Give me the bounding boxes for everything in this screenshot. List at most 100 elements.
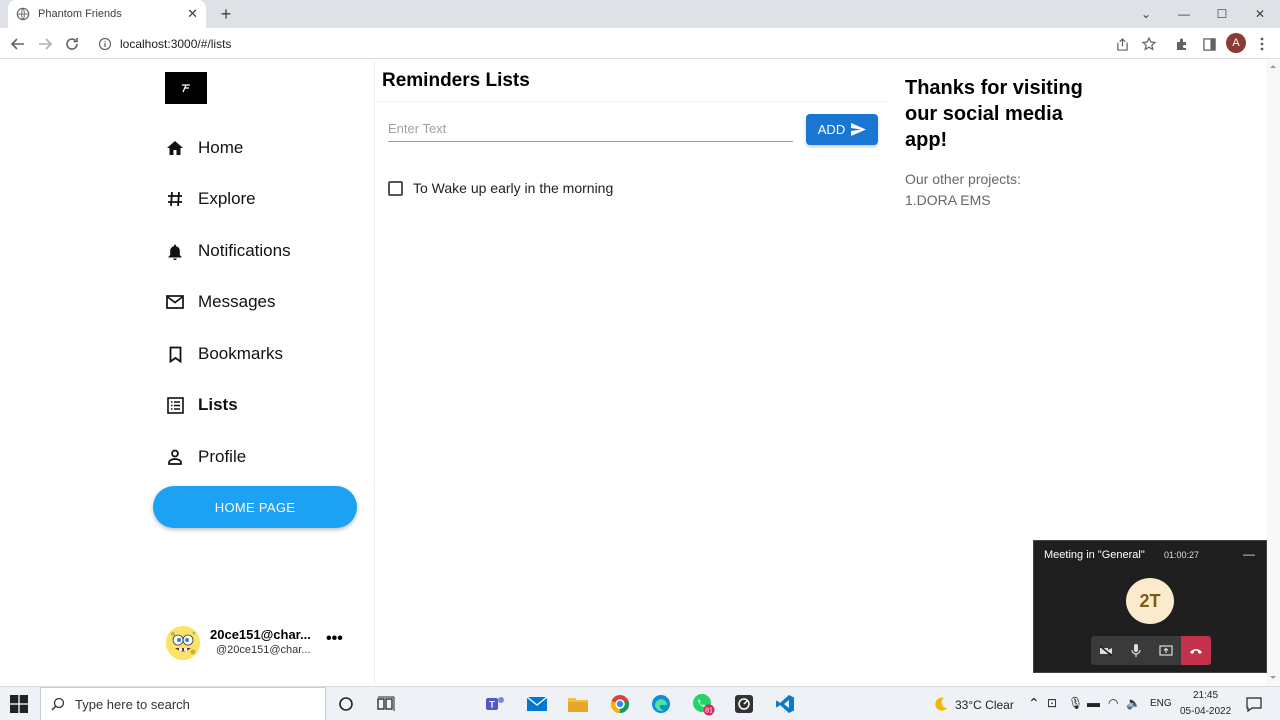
reminder-text: To Wake up early in the morning xyxy=(413,180,614,196)
sidebar-item-label: Notifications xyxy=(198,241,291,260)
sidebar-item-profile[interactable]: Profile xyxy=(166,442,246,472)
send-icon xyxy=(851,123,867,136)
forward-icon[interactable] xyxy=(35,34,55,54)
profile-avatar[interactable]: A xyxy=(1226,33,1246,53)
project-link[interactable]: 1.DORA EMS xyxy=(905,190,1021,211)
wifi-icon[interactable]: ◠ xyxy=(1108,696,1118,710)
mail-icon xyxy=(166,293,184,311)
home-icon xyxy=(166,139,184,157)
microphone-tray-icon[interactable]: 🎙 xyxy=(1068,696,1083,710)
sidebar-item-messages[interactable]: Messages xyxy=(166,287,275,317)
close-tab-icon[interactable]: ✕ xyxy=(187,6,198,22)
page-scrollbar[interactable] xyxy=(1266,60,1280,686)
list-item: To Wake up early in the morning xyxy=(388,180,613,196)
battery-icon[interactable]: ▬ xyxy=(1087,695,1100,710)
windows-taskbar: Type here to search T 81 33°C Clear ⌃ ⊡ … xyxy=(0,686,1280,720)
browser-tabstrip: Phantom Friends ✕ + ⌄ — ☐ ✕ xyxy=(0,0,1280,28)
vscode-icon[interactable] xyxy=(773,692,797,716)
browser-toolbar: localhost:3000/#/lists A xyxy=(0,28,1280,59)
sidebar-item-label: Lists xyxy=(198,395,238,414)
minimize-popup-icon[interactable]: — xyxy=(1243,547,1255,561)
teams-app-icon[interactable]: T xyxy=(483,692,507,716)
task-view-icon[interactable] xyxy=(374,692,398,716)
logo-icon xyxy=(182,84,190,93)
home-page-button[interactable]: HOME PAGE xyxy=(153,486,357,528)
whatsapp-badge: 81 xyxy=(705,708,713,715)
browser-tab[interactable]: Phantom Friends ✕ xyxy=(8,0,206,28)
add-button[interactable]: ADD xyxy=(806,114,878,145)
whatsapp-icon[interactable]: 81 xyxy=(691,692,715,716)
meet-now-icon[interactable]: ⊡ xyxy=(1047,696,1057,710)
back-icon[interactable] xyxy=(8,34,28,54)
svg-text:T: T xyxy=(489,700,495,710)
account-switcher[interactable]: 20ce151@char... @20ce151@char... ••• xyxy=(166,626,356,662)
clock-date[interactable]: 05-04-2022 xyxy=(1180,706,1231,717)
share-icon[interactable] xyxy=(1112,34,1132,54)
sidepanel-icon[interactable] xyxy=(1199,34,1219,54)
show-hidden-icons[interactable]: ⌃ xyxy=(1028,695,1040,712)
add-button-label: ADD xyxy=(817,122,846,137)
weather-moon-icon[interactable] xyxy=(929,692,953,716)
list-icon xyxy=(166,396,184,414)
mail-app-icon[interactable] xyxy=(525,692,549,716)
thanks-heading: Thanks for visiting our social media app… xyxy=(905,77,1083,151)
meeting-title: Meeting in "General" xyxy=(1044,549,1145,561)
notification-center-icon[interactable] xyxy=(1242,692,1266,716)
hang-up-icon[interactable] xyxy=(1181,636,1211,665)
search-placeholder: Type here to search xyxy=(75,696,190,712)
chrome-icon[interactable] xyxy=(608,692,632,716)
taskbar-search[interactable]: Type here to search xyxy=(40,687,326,720)
reload-icon[interactable] xyxy=(62,34,82,54)
menu-kebab-icon[interactable] xyxy=(1252,34,1272,54)
page-title: Reminders Lists xyxy=(382,70,530,91)
sidebar-item-explore[interactable]: Explore xyxy=(166,184,256,214)
url-text: localhost:3000/#/lists xyxy=(120,36,232,51)
hashtag-icon xyxy=(166,190,184,208)
app-logo[interactable] xyxy=(165,72,207,104)
new-tab-icon[interactable]: + xyxy=(216,4,236,24)
minimize-icon[interactable]: — xyxy=(1165,0,1203,28)
obs-icon[interactable] xyxy=(732,692,756,716)
user-display-name: 20ce151@char... xyxy=(210,627,311,642)
participant-avatar: 2T xyxy=(1126,578,1174,624)
camera-off-icon[interactable] xyxy=(1091,636,1121,665)
cortana-icon[interactable] xyxy=(334,692,358,716)
clock-time[interactable]: 21:45 xyxy=(1193,690,1218,701)
close-window-icon[interactable]: ✕ xyxy=(1241,0,1279,28)
file-explorer-icon[interactable] xyxy=(566,692,590,716)
tab-search-icon[interactable]: ⌄ xyxy=(1127,0,1165,28)
maximize-icon[interactable]: ☐ xyxy=(1203,0,1241,28)
sidebar-item-bookmarks[interactable]: Bookmarks xyxy=(166,339,283,369)
weather-text[interactable]: 33°C Clear xyxy=(955,698,1014,712)
reminder-text-input[interactable] xyxy=(388,116,793,142)
bookmark-icon xyxy=(166,345,184,363)
windows-start-icon[interactable] xyxy=(10,695,28,713)
sidebar-item-lists[interactable]: Lists xyxy=(166,390,238,420)
avatar xyxy=(166,626,200,660)
meeting-controls xyxy=(1091,636,1211,665)
search-icon xyxy=(51,697,65,711)
extensions-icon[interactable] xyxy=(1172,34,1192,54)
address-bar[interactable]: localhost:3000/#/lists xyxy=(90,31,1090,56)
share-screen-icon[interactable] xyxy=(1151,636,1181,665)
sidebar-item-notifications[interactable]: Notifications xyxy=(166,236,291,266)
sidebar: Home Explore Notifications Messages Book xyxy=(150,60,375,686)
person-icon xyxy=(166,448,184,466)
bookmark-star-icon[interactable] xyxy=(1139,34,1159,54)
tab-title: Phantom Friends xyxy=(38,8,122,20)
teams-meeting-popup[interactable]: Meeting in "General" 01:00:27 — 2T xyxy=(1033,540,1267,673)
sidebar-item-label: Profile xyxy=(198,447,247,466)
language-indicator[interactable]: ENG xyxy=(1150,698,1172,709)
reminder-checkbox[interactable] xyxy=(388,180,403,196)
edge-icon[interactable] xyxy=(649,692,673,716)
sidebar-item-label: Messages xyxy=(198,292,276,311)
volume-icon[interactable]: 🔈 xyxy=(1126,696,1141,710)
main-header: Reminders Lists xyxy=(375,60,890,102)
microphone-icon[interactable] xyxy=(1121,636,1151,665)
sidebar-item-home[interactable]: Home xyxy=(166,133,243,163)
sidebar-item-label: Explore xyxy=(198,189,256,208)
info-icon[interactable] xyxy=(98,37,112,51)
more-options-icon[interactable]: ••• xyxy=(326,630,343,648)
bell-icon xyxy=(166,242,184,260)
other-projects-label: Our other projects: xyxy=(905,171,1021,187)
